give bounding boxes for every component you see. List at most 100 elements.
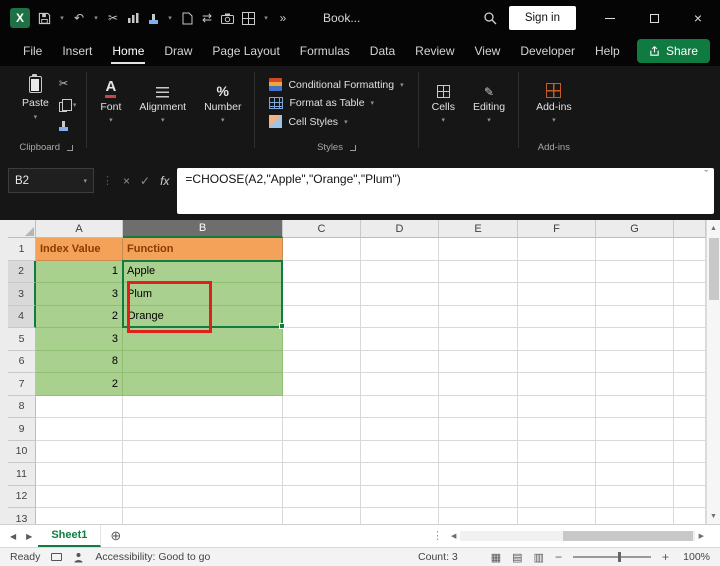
zoom-slider-handle[interactable] bbox=[618, 552, 622, 562]
tab-page-layout[interactable]: Page Layout bbox=[203, 37, 288, 65]
accessibility-status[interactable]: Accessibility: Good to go bbox=[95, 551, 210, 563]
number-group-button[interactable]: % Number ▾ bbox=[195, 72, 250, 128]
hscroll-left-icon[interactable]: ◀ bbox=[447, 532, 460, 540]
cell-D1[interactable] bbox=[361, 238, 439, 261]
formula-bar-resize-icon[interactable]: ⋮ bbox=[102, 174, 113, 187]
close-button[interactable]: × bbox=[676, 0, 720, 36]
cell-C8[interactable] bbox=[283, 395, 361, 418]
share-button[interactable]: Share bbox=[636, 39, 710, 63]
cell-E2[interactable] bbox=[439, 260, 518, 283]
cell-E10[interactable] bbox=[439, 440, 518, 463]
cell-D4[interactable] bbox=[361, 305, 439, 328]
cell-G10[interactable] bbox=[596, 440, 674, 463]
cell-partial-8[interactable] bbox=[674, 395, 706, 418]
minimize-button[interactable] bbox=[588, 0, 632, 36]
row-header-10[interactable]: 10 bbox=[8, 440, 36, 463]
cell-partial-3[interactable] bbox=[674, 283, 706, 306]
zoom-level[interactable]: 100% bbox=[680, 551, 710, 563]
camera-icon[interactable] bbox=[221, 8, 234, 28]
col-header-partial[interactable] bbox=[674, 220, 706, 238]
cell-F10[interactable] bbox=[518, 440, 596, 463]
hscroll-right-icon[interactable]: ▶ bbox=[695, 532, 708, 540]
cell-G8[interactable] bbox=[596, 395, 674, 418]
tab-review[interactable]: Review bbox=[406, 37, 463, 65]
cell-C7[interactable] bbox=[283, 373, 361, 396]
undo-icon[interactable]: ↶ bbox=[73, 8, 85, 28]
format-as-table-button[interactable]: Format as Table ▾ bbox=[269, 97, 403, 109]
tab-draw[interactable]: Draw bbox=[155, 37, 201, 65]
cell-C2[interactable] bbox=[283, 260, 361, 283]
cell-C13[interactable] bbox=[283, 508, 361, 524]
cell-G3[interactable] bbox=[596, 283, 674, 306]
cell-C1[interactable] bbox=[283, 238, 361, 261]
copy-button[interactable]: ▾ bbox=[58, 98, 76, 112]
name-box[interactable]: B2 ▾ bbox=[8, 168, 94, 193]
scroll-up-icon[interactable]: ▲ bbox=[707, 220, 720, 236]
cell-D9[interactable] bbox=[361, 418, 439, 441]
cell-D13[interactable] bbox=[361, 508, 439, 524]
cells-group-button[interactable]: Cells ▾ bbox=[423, 72, 464, 128]
cell-F4[interactable] bbox=[518, 305, 596, 328]
cell-C10[interactable] bbox=[283, 440, 361, 463]
cell-E9[interactable] bbox=[439, 418, 518, 441]
cell-A9[interactable] bbox=[36, 418, 123, 441]
cell-E8[interactable] bbox=[439, 395, 518, 418]
cell-G12[interactable] bbox=[596, 485, 674, 508]
tab-data[interactable]: Data bbox=[361, 37, 404, 65]
cell-E13[interactable] bbox=[439, 508, 518, 524]
cell-G6[interactable] bbox=[596, 350, 674, 373]
cell-partial-7[interactable] bbox=[674, 373, 706, 396]
cell-D11[interactable] bbox=[361, 463, 439, 486]
cell-F5[interactable] bbox=[518, 328, 596, 351]
tab-help[interactable]: Help bbox=[586, 37, 629, 65]
tab-view[interactable]: View bbox=[466, 37, 510, 65]
cell-B5[interactable] bbox=[123, 328, 283, 351]
cell-E3[interactable] bbox=[439, 283, 518, 306]
normal-view-icon[interactable]: ▦ bbox=[491, 551, 501, 564]
cell-G4[interactable] bbox=[596, 305, 674, 328]
cell-partial-11[interactable] bbox=[674, 463, 706, 486]
font-group-button[interactable]: A Font ▾ bbox=[91, 72, 130, 128]
save-chevron-icon[interactable]: ▾ bbox=[59, 8, 65, 28]
styles-dialog-launcher-icon[interactable] bbox=[349, 144, 356, 151]
row-header-6[interactable]: 6 bbox=[8, 350, 36, 373]
cell-D2[interactable] bbox=[361, 260, 439, 283]
addins-button[interactable]: Add-ins ▾ bbox=[527, 72, 581, 128]
row-header-4[interactable]: 4 bbox=[8, 305, 36, 328]
cell-partial-9[interactable] bbox=[674, 418, 706, 441]
sign-in-button[interactable]: Sign in bbox=[508, 6, 576, 30]
row-header-5[interactable]: 5 bbox=[8, 328, 36, 351]
col-header-A[interactable]: A bbox=[36, 220, 123, 238]
cell-A3[interactable]: 3 bbox=[36, 283, 123, 306]
cell-E5[interactable] bbox=[439, 328, 518, 351]
select-all-button[interactable] bbox=[8, 220, 36, 238]
undo-chevron-icon[interactable]: ▾ bbox=[93, 8, 99, 28]
record-macro-icon[interactable] bbox=[51, 553, 63, 561]
cell-partial-1[interactable] bbox=[674, 238, 706, 261]
add-sheet-button[interactable]: ⊕ bbox=[103, 528, 128, 544]
cell-partial-12[interactable] bbox=[674, 485, 706, 508]
cell-C11[interactable] bbox=[283, 463, 361, 486]
cell-B8[interactable] bbox=[123, 395, 283, 418]
cell-B7[interactable] bbox=[123, 373, 283, 396]
cell-B4[interactable]: Orange bbox=[123, 305, 283, 328]
zoom-in-button[interactable]: + bbox=[662, 550, 669, 564]
cell-B13[interactable] bbox=[123, 508, 283, 524]
cell-partial-6[interactable] bbox=[674, 350, 706, 373]
row-header-8[interactable]: 8 bbox=[8, 395, 36, 418]
fill-handle[interactable] bbox=[279, 323, 285, 329]
page-layout-view-icon[interactable]: ▤ bbox=[512, 551, 522, 564]
cell-C4[interactable] bbox=[283, 305, 361, 328]
cell-C12[interactable] bbox=[283, 485, 361, 508]
cell-E11[interactable] bbox=[439, 463, 518, 486]
confirm-entry-icon[interactable]: ✓ bbox=[140, 174, 150, 188]
row-header-13[interactable]: 13 bbox=[8, 508, 36, 524]
cell-D3[interactable] bbox=[361, 283, 439, 306]
page-break-view-icon[interactable]: ▥ bbox=[534, 551, 544, 564]
cell-B2[interactable]: Apple bbox=[123, 260, 283, 283]
col-header-G[interactable]: G bbox=[596, 220, 674, 238]
cell-A11[interactable] bbox=[36, 463, 123, 486]
sheet-nav-right-icon[interactable]: ▶ bbox=[22, 532, 36, 541]
row-header-9[interactable]: 9 bbox=[8, 418, 36, 441]
sheet-nav-left-icon[interactable]: ◀ bbox=[6, 532, 20, 541]
